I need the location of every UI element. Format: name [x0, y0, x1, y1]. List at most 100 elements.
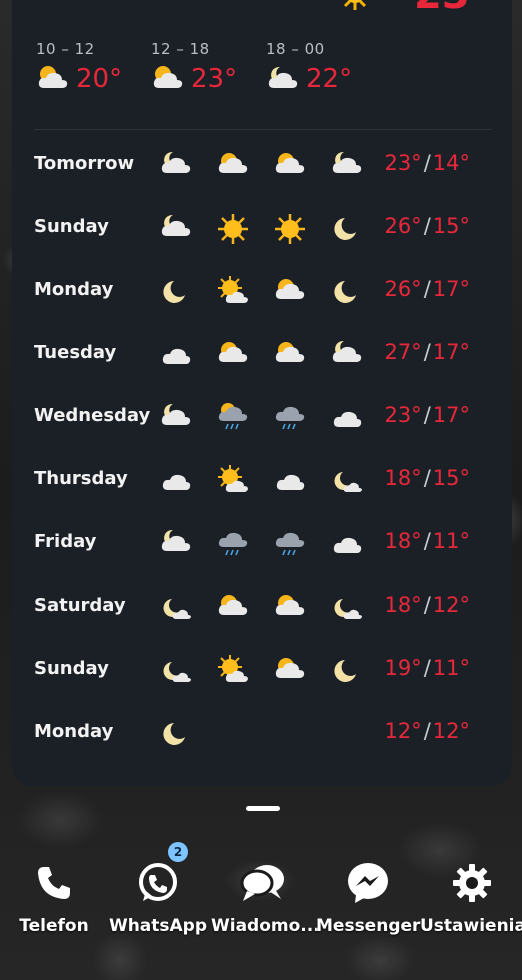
- separator: /: [423, 340, 431, 364]
- moon-icon: [327, 208, 367, 248]
- high-temperature: 18°: [384, 593, 422, 617]
- moon-small-cloud-icon: [327, 460, 367, 500]
- separator: /: [423, 656, 431, 680]
- day-forecast-row[interactable]: Saturday 18°/12°: [0, 587, 522, 627]
- phone-icon: [2, 858, 106, 908]
- sun-behind-cloud-icon: [151, 64, 185, 94]
- high-temperature: 27°: [384, 340, 422, 364]
- sun-big-cloud-icon: [213, 271, 253, 311]
- separator: /: [423, 277, 431, 301]
- separator: /: [423, 151, 431, 175]
- moon-icon: [156, 271, 196, 311]
- high-temperature: 23°: [384, 403, 422, 427]
- separator: /: [423, 593, 431, 617]
- separator: /: [423, 719, 431, 743]
- separator: /: [423, 403, 431, 427]
- dock-app-settings[interactable]: Ustawienia: [420, 858, 522, 936]
- low-temperature: 17°: [432, 340, 470, 364]
- high-temperature: 18°: [384, 529, 422, 553]
- low-temperature: 11°: [432, 656, 470, 680]
- low-temperature: 12°: [432, 593, 470, 617]
- day-forecast-row[interactable]: Thursday 18°/15°: [0, 460, 522, 500]
- dock-app-whatsapp[interactable]: 2 WhatsApp: [106, 842, 210, 936]
- cloud-icon: [270, 460, 310, 500]
- day-forecast-row[interactable]: Tuesday 27°/17°: [0, 334, 522, 374]
- day-forecast-row[interactable]: Tomorrow 23°/14°: [0, 145, 522, 185]
- dock-app-messenger[interactable]: Messenger: [316, 858, 420, 936]
- moon-icon: [327, 650, 367, 690]
- moon-small-cloud-icon: [156, 587, 196, 627]
- separator: /: [423, 466, 431, 490]
- low-temperature: 12°: [432, 719, 470, 743]
- day-temperature-range: 12°/12°: [384, 719, 470, 743]
- empty-cell: [327, 713, 367, 753]
- messages-icon: [211, 858, 315, 908]
- day-temperature-range: 18°/11°: [384, 529, 470, 553]
- messenger-icon: [316, 858, 420, 908]
- hour-temperature: 20°: [76, 64, 123, 94]
- day-temperature-range: 27°/17°: [384, 340, 470, 364]
- sun-cloud-icon: [270, 271, 310, 311]
- day-temperature-range: 18°/15°: [384, 466, 470, 490]
- moon-small-cloud-icon: [327, 587, 367, 627]
- dock-label: Ustawienia: [420, 916, 522, 936]
- hour-temperature: 22°: [306, 64, 353, 94]
- moon-icon: [327, 271, 367, 311]
- rain-icon: [270, 397, 310, 437]
- rain-icon: [270, 523, 310, 563]
- cloud-icon: [156, 334, 196, 374]
- separator: /: [423, 529, 431, 553]
- high-temperature: 12°: [384, 719, 422, 743]
- empty-cell: [213, 713, 253, 753]
- moon-cloud-icon: [156, 523, 196, 563]
- hour-range: 18 – 00: [266, 40, 325, 58]
- dock-app-messages[interactable]: Wiadomo...: [211, 858, 320, 936]
- sun-cloud-icon: [270, 650, 310, 690]
- hour-range: 12 – 18: [151, 40, 210, 58]
- sun-cloud-icon: [270, 334, 310, 374]
- day-forecast-row[interactable]: Sunday 26°/15°: [0, 208, 522, 248]
- moon-small-cloud-icon: [156, 650, 196, 690]
- cloud-icon: [327, 523, 367, 563]
- day-name: Saturday: [34, 595, 126, 616]
- separator: /: [423, 214, 431, 238]
- dock-label: Messenger: [316, 916, 421, 936]
- day-name: Monday: [34, 721, 114, 742]
- moon-icon: [156, 713, 196, 753]
- day-forecast-row[interactable]: Friday 18°/11°: [0, 523, 522, 563]
- day-name: Thursday: [34, 468, 128, 489]
- low-temperature: 11°: [432, 529, 470, 553]
- sun-icon: [337, 0, 373, 16]
- sun-big-cloud-icon: [213, 460, 253, 500]
- day-forecast-row[interactable]: Monday 26°/17°: [0, 271, 522, 311]
- day-temperature-range: 23°/17°: [384, 403, 470, 427]
- hourly-forecast-evening: 18 – 00 22°: [266, 40, 352, 94]
- sun-cloud-icon: [213, 334, 253, 374]
- sun-icon: [213, 208, 253, 248]
- moon-cloud-icon: [156, 397, 196, 437]
- day-forecast-row[interactable]: Sunday 19°/11°: [0, 650, 522, 690]
- home-indicator[interactable]: [246, 806, 280, 811]
- notification-badge: 2: [168, 842, 188, 862]
- hourly-forecast-morning: 10 – 12 20°: [36, 40, 122, 94]
- current-temperature: 23: [414, 0, 470, 18]
- divider: [34, 129, 492, 130]
- moon-behind-cloud-icon: [266, 64, 300, 94]
- rain-icon: [213, 523, 253, 563]
- low-temperature: 17°: [432, 403, 470, 427]
- day-name: Friday: [34, 531, 97, 552]
- cloud-icon: [327, 397, 367, 437]
- whatsapp-icon: 2: [106, 842, 210, 908]
- day-temperature-range: 18°/12°: [384, 593, 470, 617]
- dock-label: Wiadomo...: [211, 916, 320, 936]
- sun-behind-cloud-icon: [36, 64, 70, 94]
- day-temperature-range: 23°/14°: [384, 151, 470, 175]
- moon-cloud-icon: [156, 208, 196, 248]
- day-name: Wednesday: [34, 405, 151, 426]
- day-forecast-row[interactable]: Wednesday 23°/17°: [0, 397, 522, 437]
- dock-app-phone[interactable]: Telefon: [2, 858, 106, 936]
- day-forecast-row[interactable]: Monday 12°/12°: [0, 713, 522, 753]
- high-temperature: 26°: [384, 214, 422, 238]
- high-temperature: 23°: [384, 151, 422, 175]
- hour-range: 10 – 12: [36, 40, 95, 58]
